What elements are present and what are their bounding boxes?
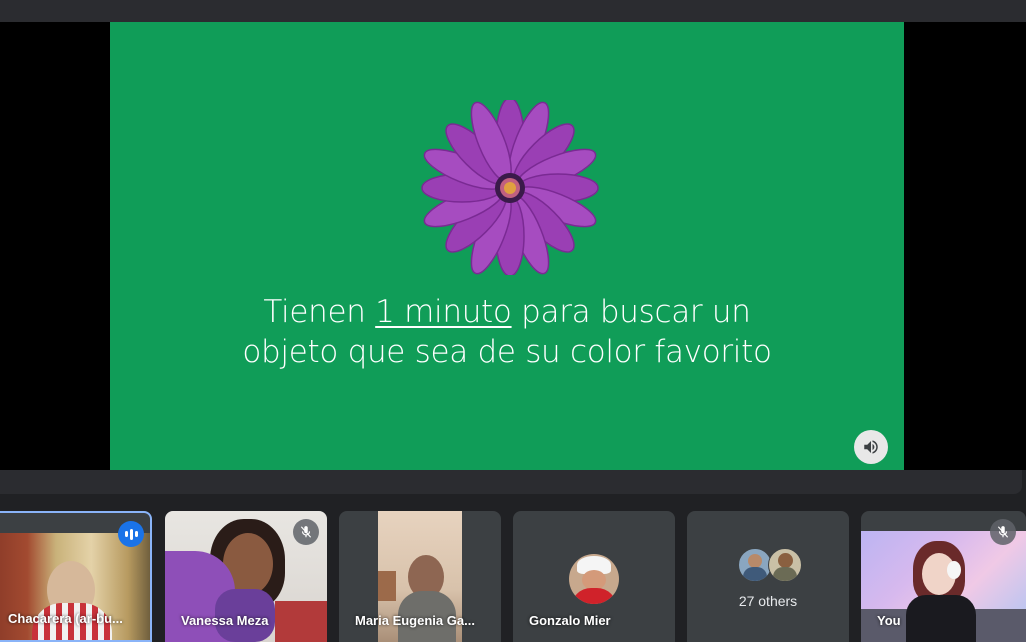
participant-tile-maria-eugenia[interactable]: Maria Eugenia Ga... [339, 511, 501, 642]
participant-name: You [877, 613, 901, 628]
avatar [738, 548, 772, 582]
flower-illustration [421, 100, 599, 275]
top-bar [0, 0, 1026, 22]
avatar [768, 548, 802, 582]
participant-name: Chacarera (ar-bu... [8, 611, 123, 626]
stage-divider [0, 470, 1022, 494]
mic-off-icon [990, 519, 1016, 545]
mic-off-icon [293, 519, 319, 545]
participant-tile-chacarera[interactable]: Chacarera (ar-bu... [0, 511, 152, 642]
participant-name: Maria Eugenia Ga... [355, 613, 475, 628]
volume-icon [864, 440, 878, 454]
slide-text-line-2: objeto que sea de su color favorito [242, 334, 772, 370]
participant-tile-you[interactable]: You [861, 511, 1026, 642]
others-count: 27 others [738, 593, 798, 609]
participant-name: Vanessa Meza [181, 613, 269, 628]
participant-tile-vanessa-meza[interactable]: Vanessa Meza [165, 511, 327, 642]
volume-button[interactable] [854, 430, 888, 464]
participant-name: Gonzalo Mier [529, 613, 611, 628]
slide-text-line-1: Tienen 1 minuto para buscar un [263, 294, 751, 330]
participant-tile-others[interactable]: 27 others [687, 511, 849, 642]
slide-link-1-minuto[interactable]: 1 minuto [375, 294, 512, 330]
avatar [569, 554, 619, 604]
participant-tile-gonzalo-mier[interactable]: Gonzalo Mier [513, 511, 675, 642]
speaking-indicator-icon [118, 521, 144, 547]
slide-text: Tienen 1 minuto para buscar un objeto qu… [110, 292, 904, 372]
